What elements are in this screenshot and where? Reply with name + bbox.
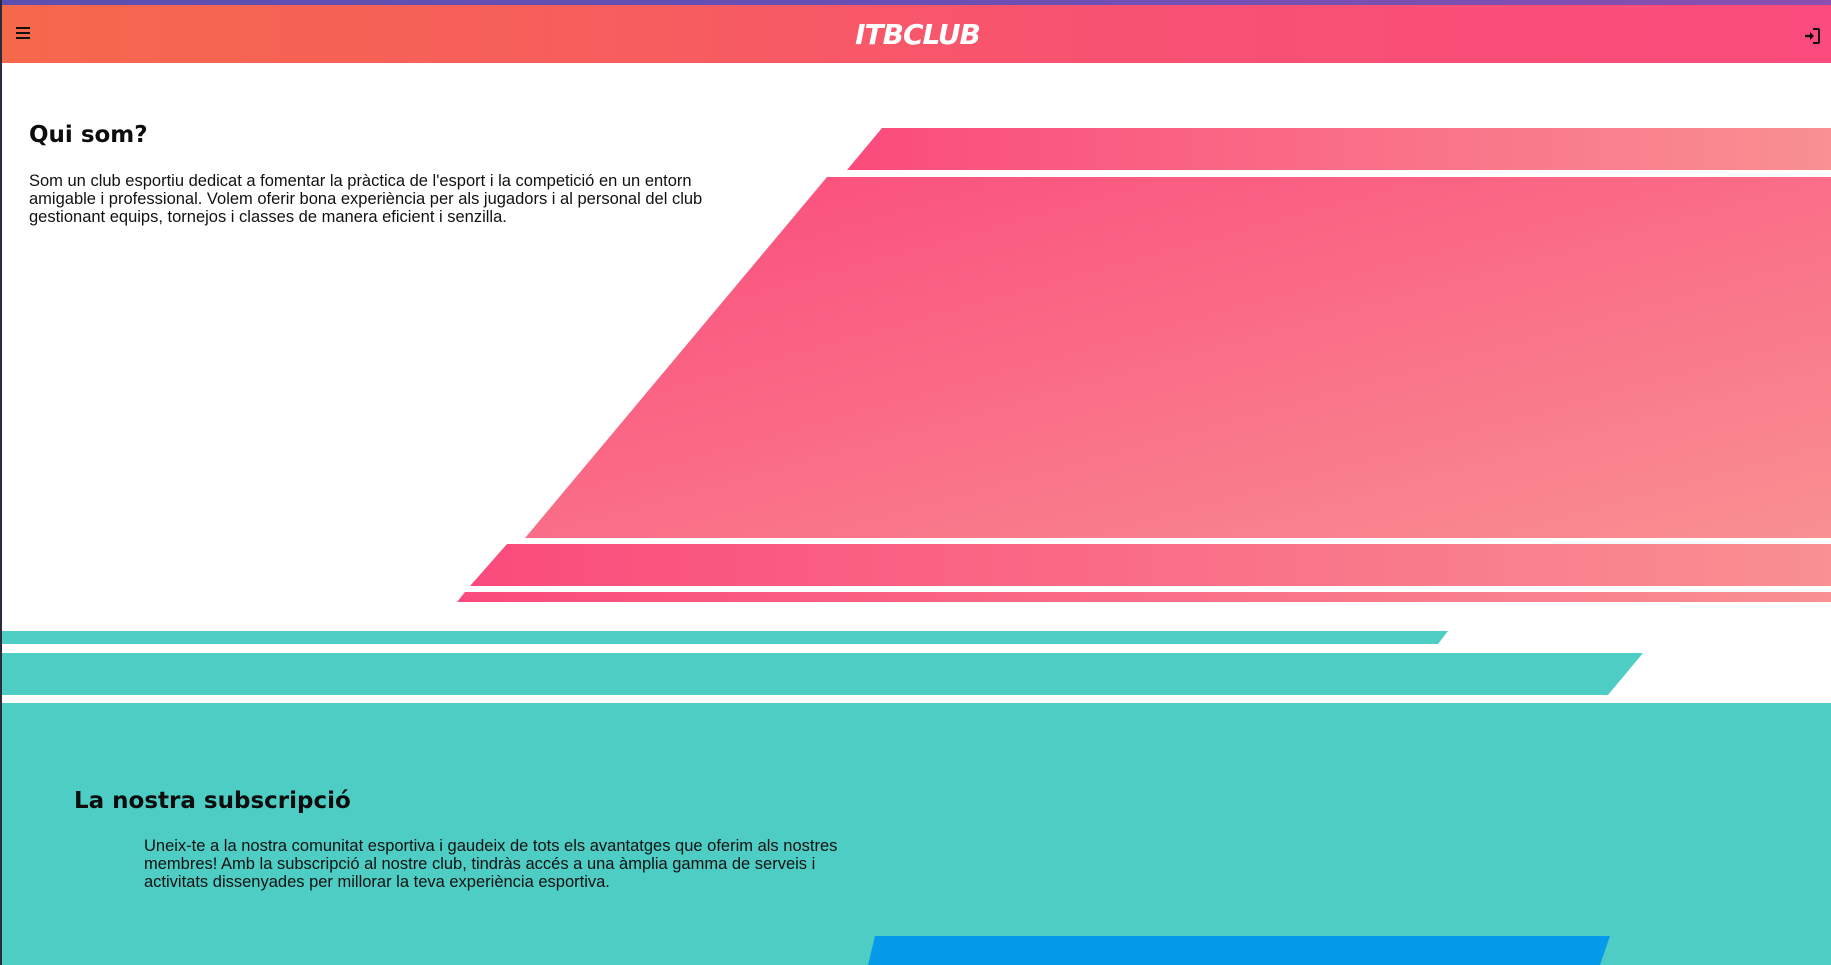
top-navbar: ITBCLUB (2, 5, 1831, 63)
sign-in-icon[interactable] (1803, 27, 1821, 45)
pink-stripe-top (847, 128, 1831, 170)
decorative-stripes (2, 128, 1831, 965)
subscription-section-text: Uneix-te a la nostra comunitat esportiva… (144, 837, 838, 891)
pink-stripe-thin (457, 592, 1831, 602)
teal-stripe-thin (2, 631, 1448, 644)
page: ITBCLUB Qui som? Som un club esportiu de… (0, 0, 1831, 965)
about-section-text: Som un club esportiu dedicat a fomentar … (29, 172, 703, 226)
subscription-section-title: La nostra subscripció (74, 788, 351, 814)
pink-stripe-large (525, 177, 1831, 538)
about-section-title: Qui som? (29, 122, 148, 148)
teal-section-background (2, 703, 1831, 965)
brand-logo-text[interactable]: ITBCLUB (2, 15, 1831, 55)
blue-stripe (868, 936, 1610, 965)
pink-stripe-mid (470, 544, 1831, 586)
teal-stripe-wide (2, 653, 1643, 695)
top-accent-line (2, 0, 1831, 5)
